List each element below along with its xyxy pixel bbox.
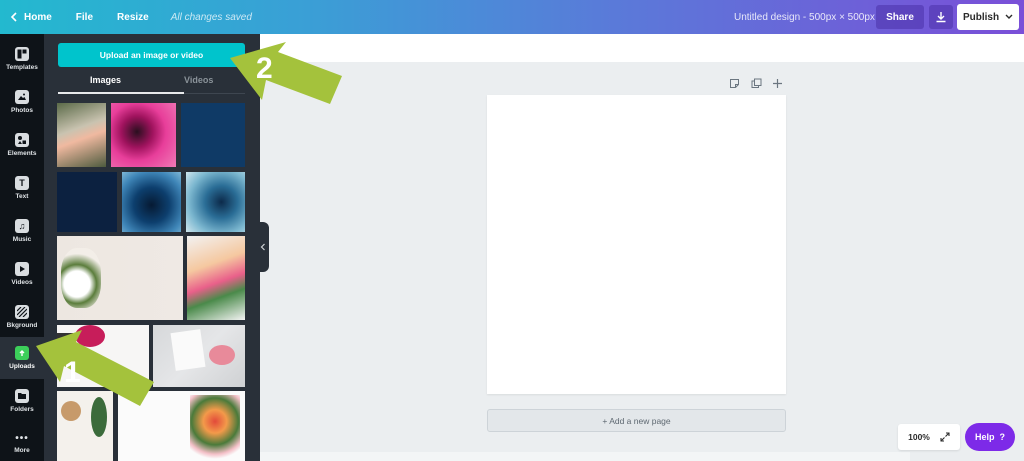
help-label: Help: [974, 432, 995, 442]
zoom-level: 100%: [908, 432, 930, 442]
nav-label: Templates: [6, 64, 38, 71]
notes-icon[interactable]: [729, 78, 740, 92]
document-title[interactable]: Untitled design - 500px × 500px: [734, 0, 875, 34]
fullscreen-icon[interactable]: [940, 432, 950, 442]
chevron-down-icon: [1005, 14, 1013, 19]
background-icon: [15, 305, 29, 319]
uploaded-image-thumbnail[interactable]: [111, 103, 176, 167]
text-icon: T: [15, 176, 29, 190]
nav-music[interactable]: ♫ Music: [0, 210, 44, 252]
uploaded-image-thumbnail[interactable]: [57, 103, 106, 167]
uploaded-image-thumbnail[interactable]: [181, 103, 245, 167]
duplicate-page-icon[interactable]: [751, 78, 762, 92]
uploaded-image-thumbnail[interactable]: [118, 391, 245, 461]
nav-label: Videos: [11, 279, 33, 286]
publish-label: Publish: [962, 11, 1000, 23]
side-nav: Templates Photos Elements T Text ♫ Music…: [0, 34, 44, 461]
uploaded-image-thumbnail[interactable]: [57, 172, 117, 232]
nav-uploads[interactable]: Uploads: [0, 337, 44, 379]
nav-text[interactable]: T Text: [0, 167, 44, 209]
nav-label: Folders: [10, 406, 34, 413]
design-page[interactable]: [487, 95, 786, 394]
elements-icon: [15, 133, 29, 147]
publish-button[interactable]: Publish: [957, 4, 1019, 30]
add-page-icon[interactable]: [772, 78, 783, 92]
uploads-icon: [15, 346, 29, 360]
download-icon: [936, 12, 946, 23]
nav-label: Music: [12, 236, 32, 243]
tab-videos[interactable]: Videos: [184, 75, 213, 85]
nav-photos[interactable]: Photos: [0, 81, 44, 123]
nav-background[interactable]: Bkground: [0, 296, 44, 338]
nav-elements[interactable]: Elements: [0, 124, 44, 166]
music-icon: ♫: [15, 219, 29, 233]
uploaded-image-thumbnail[interactable]: [187, 236, 245, 320]
uploaded-image-thumbnail[interactable]: [57, 391, 113, 461]
zoom-control[interactable]: 100%: [898, 424, 960, 450]
nav-label: More: [14, 446, 30, 454]
uploaded-image-thumbnail[interactable]: [153, 325, 245, 387]
help-button[interactable]: Help ?: [965, 423, 1015, 451]
templates-icon: [15, 47, 29, 61]
nav-more[interactable]: ••• More: [0, 422, 44, 461]
uploads-panel: Upload an image or video Images Videos: [44, 34, 260, 461]
uploaded-image-thumbnail[interactable]: [57, 236, 183, 320]
help-question-icon: ?: [999, 432, 1006, 442]
folders-icon: [15, 389, 29, 403]
photos-icon: [15, 90, 29, 104]
uploaded-image-thumbnail[interactable]: [122, 172, 181, 232]
download-button[interactable]: [929, 5, 953, 29]
upload-media-button[interactable]: Upload an image or video: [58, 43, 245, 67]
resize-menu[interactable]: Resize: [117, 0, 149, 34]
horizontal-scrollbar[interactable]: [260, 452, 910, 461]
nav-label: Text: [15, 193, 29, 200]
chevron-left-icon: [10, 12, 17, 22]
nav-templates[interactable]: Templates: [0, 38, 44, 80]
home-label: Home: [24, 11, 52, 23]
top-bar: Home File Resize All changes saved Untit…: [0, 0, 1024, 34]
home-button[interactable]: Home: [10, 0, 52, 34]
canvas-toolbar: [260, 34, 1024, 62]
uploaded-image-thumbnail[interactable]: [186, 172, 245, 232]
share-button[interactable]: Share: [876, 5, 924, 29]
add-new-page-button[interactable]: + Add a new page: [487, 409, 786, 432]
videos-icon: [15, 262, 29, 276]
nav-folders[interactable]: Folders: [0, 380, 44, 422]
save-status: All changes saved: [170, 11, 252, 23]
tab-images[interactable]: Images: [90, 75, 121, 85]
active-tab-indicator: [58, 92, 184, 94]
chevron-left-icon: [260, 243, 265, 251]
nav-videos[interactable]: Videos: [0, 253, 44, 295]
collapse-panel-button[interactable]: [257, 222, 269, 272]
nav-label: Elements: [7, 150, 37, 157]
nav-label: Photos: [10, 107, 34, 114]
file-menu[interactable]: File: [76, 0, 93, 34]
more-icon: •••: [15, 432, 29, 444]
nav-label: Bkground: [6, 322, 38, 329]
uploaded-image-thumbnail[interactable]: [57, 325, 149, 387]
nav-label: Uploads: [9, 363, 35, 370]
